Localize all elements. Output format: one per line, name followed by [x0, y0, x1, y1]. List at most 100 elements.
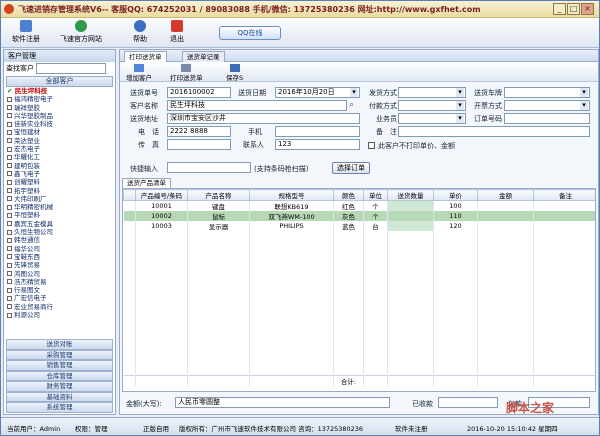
- empty-row[interactable]: [123, 267, 595, 276]
- register-button[interactable]: 软件注册: [9, 20, 43, 46]
- empty-row[interactable]: [123, 366, 595, 375]
- table-cell[interactable]: [433, 339, 478, 348]
- table-cell[interactable]: [533, 348, 595, 357]
- customer-item[interactable]: 兴华塑胶制品: [7, 112, 115, 120]
- customer-checkbox[interactable]: [7, 287, 12, 293]
- table-cell[interactable]: [123, 240, 136, 249]
- customer-item[interactable]: 拓宇塑料: [7, 187, 115, 195]
- empty-row[interactable]: [123, 249, 595, 258]
- product-list-tab[interactable]: 送货产品清单: [122, 178, 171, 188]
- table-cell[interactable]: [533, 312, 595, 321]
- table-cell[interactable]: [123, 348, 136, 357]
- table-cell[interactable]: 灰色: [333, 211, 364, 221]
- table-cell[interactable]: 鼠标: [187, 211, 250, 221]
- check-icon[interactable]: ✔: [7, 87, 15, 95]
- table-cell[interactable]: [387, 258, 434, 267]
- table-cell[interactable]: [123, 249, 136, 258]
- table-row[interactable]: 10003 显示器 PHILIPS 蓝色台 120: [123, 221, 595, 231]
- table-cell[interactable]: [135, 294, 188, 303]
- module-item[interactable]: 送货对账: [6, 339, 113, 350]
- table-cell[interactable]: [249, 321, 334, 330]
- table-cell[interactable]: [135, 231, 188, 240]
- customer-item[interactable]: 浩杰精贸易: [7, 278, 115, 286]
- table-cell[interactable]: [135, 330, 188, 339]
- empty-row[interactable]: [123, 240, 595, 249]
- table-cell[interactable]: [135, 321, 188, 330]
- table-cell[interactable]: [477, 240, 534, 249]
- module-item[interactable]: 财务管理: [6, 381, 113, 392]
- customer-checkbox[interactable]: [7, 271, 12, 277]
- customer-checkbox[interactable]: [7, 171, 12, 177]
- invoice-select[interactable]: [504, 100, 590, 111]
- table-cell[interactable]: [477, 294, 534, 303]
- customer-item[interactable]: 建明包装: [7, 162, 115, 170]
- customer-item[interactable]: 广宏信电子: [7, 294, 115, 302]
- table-cell[interactable]: [249, 312, 334, 321]
- customer-checkbox[interactable]: [7, 312, 12, 318]
- table-cell[interactable]: [433, 258, 478, 267]
- table-cell[interactable]: [363, 294, 388, 303]
- table-cell[interactable]: [533, 249, 595, 258]
- empty-row[interactable]: [123, 339, 595, 348]
- table-cell[interactable]: [123, 276, 136, 285]
- table-cell[interactable]: [533, 330, 595, 339]
- customer-item[interactable]: 宏业贸易商行: [7, 303, 115, 311]
- contact-field[interactable]: 123: [275, 139, 360, 150]
- table-cell[interactable]: 显示器: [187, 221, 250, 231]
- phone-field[interactable]: 2222 8888: [167, 126, 231, 137]
- customer-checkbox[interactable]: [7, 188, 12, 194]
- table-cell[interactable]: [433, 285, 478, 294]
- table-cell[interactable]: [123, 303, 136, 312]
- customer-item[interactable]: 韩世通信: [7, 236, 115, 244]
- table-cell[interactable]: 台: [363, 221, 388, 231]
- table-cell[interactable]: [187, 249, 250, 258]
- table-cell[interactable]: [387, 231, 434, 240]
- table-cell[interactable]: [249, 276, 334, 285]
- fax-field[interactable]: [167, 139, 231, 150]
- table-cell[interactable]: [333, 249, 364, 258]
- customer-checkbox[interactable]: [7, 304, 12, 310]
- table-cell[interactable]: [433, 294, 478, 303]
- table-cell[interactable]: 个: [363, 211, 388, 221]
- table-cell[interactable]: [363, 240, 388, 249]
- table-cell[interactable]: [533, 366, 595, 375]
- table-cell[interactable]: [433, 321, 478, 330]
- table-cell[interactable]: [187, 330, 250, 339]
- table-cell[interactable]: [249, 285, 334, 294]
- table-cell[interactable]: [387, 321, 434, 330]
- table-cell[interactable]: 蓝色: [333, 221, 364, 231]
- table-cell[interactable]: [533, 267, 595, 276]
- customer-checkbox[interactable]: [7, 262, 12, 268]
- table-cell[interactable]: [387, 366, 434, 375]
- table-cell[interactable]: [363, 330, 388, 339]
- remark-field[interactable]: [398, 126, 590, 137]
- customer-checkbox[interactable]: [7, 237, 12, 243]
- table-cell[interactable]: [533, 276, 595, 285]
- customer-field[interactable]: 民生坪科技: [167, 100, 347, 111]
- save-button[interactable]: 保存S: [226, 64, 243, 82]
- table-cell[interactable]: [477, 285, 534, 294]
- column-header[interactable]: 送货数量: [387, 189, 434, 201]
- table-cell[interactable]: [333, 348, 364, 357]
- table-cell[interactable]: [387, 312, 434, 321]
- customer-item[interactable]: 宝恒建材: [7, 128, 115, 136]
- table-cell[interactable]: [187, 366, 250, 375]
- table-cell[interactable]: 个: [363, 200, 388, 211]
- table-cell[interactable]: [187, 312, 250, 321]
- table-cell[interactable]: 10003: [135, 221, 188, 231]
- customer-checkbox[interactable]: [7, 246, 12, 252]
- table-cell[interactable]: [363, 276, 388, 285]
- table-cell[interactable]: [433, 348, 478, 357]
- table-cell[interactable]: [433, 267, 478, 276]
- customer-checkbox[interactable]: [7, 163, 12, 169]
- table-cell[interactable]: [387, 357, 434, 366]
- table-cell[interactable]: [387, 211, 434, 221]
- empty-row[interactable]: [123, 231, 595, 240]
- table-cell[interactable]: 110: [433, 211, 478, 221]
- table-cell[interactable]: [187, 276, 250, 285]
- column-header[interactable]: 产品名称: [187, 189, 250, 201]
- add-customer-button[interactable]: 增加客户: [126, 64, 152, 82]
- table-cell[interactable]: [249, 366, 334, 375]
- table-cell[interactable]: [387, 303, 434, 312]
- empty-row[interactable]: [123, 294, 595, 303]
